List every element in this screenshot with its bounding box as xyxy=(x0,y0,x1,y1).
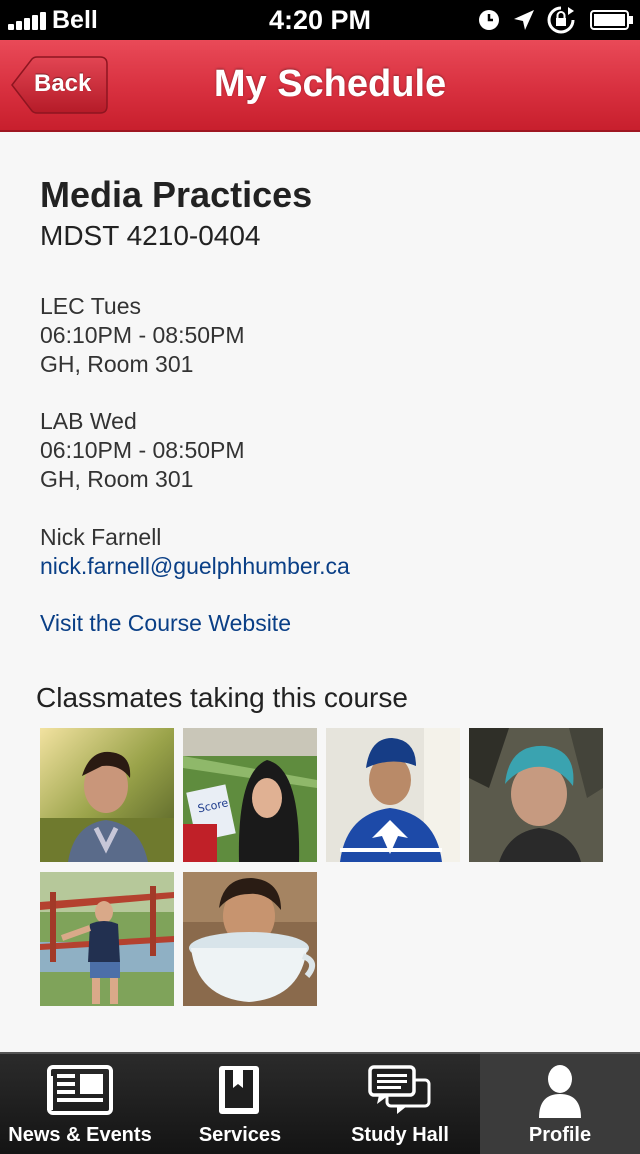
tab-study-hall[interactable]: Study Hall xyxy=(320,1054,480,1154)
book-icon xyxy=(219,1066,259,1114)
session-time: 06:10PM - 08:50PM xyxy=(40,437,245,463)
newspaper-icon xyxy=(47,1065,113,1115)
page-title: My Schedule xyxy=(213,63,447,105)
tab-profile[interactable]: Profile xyxy=(480,1054,640,1154)
course-website-link[interactable]: Visit the Course Website xyxy=(40,609,291,638)
navigation-bar: Back My Schedule xyxy=(0,40,640,132)
tab-label: Profile xyxy=(528,1124,592,1146)
classmate-photo[interactable] xyxy=(326,728,460,862)
status-bar: Bell 4:20 PM xyxy=(0,0,640,40)
rotation-lock-icon xyxy=(547,6,575,34)
course-code: MDST 4210-0404 xyxy=(40,220,261,251)
tab-services[interactable]: Services xyxy=(160,1054,320,1154)
tab-news-events[interactable]: News & Events xyxy=(0,1054,160,1154)
classmate-photo[interactable] xyxy=(183,872,317,1006)
session-lab: LAB Wed 06:10PM - 08:50PM GH, Room 301 xyxy=(40,407,245,494)
tab-label: News & Events xyxy=(8,1124,152,1146)
session-type-day: LEC Tues xyxy=(40,293,141,319)
tab-label: Study Hall xyxy=(351,1124,449,1146)
classmates-heading: Classmates taking this course xyxy=(36,682,408,713)
chat-bubbles-icon xyxy=(368,1065,431,1114)
tab-label: Services xyxy=(198,1124,282,1146)
alarm-icon xyxy=(479,10,499,30)
classmate-photo[interactable]: Score xyxy=(183,728,317,862)
instructor-name: Nick Farnell xyxy=(40,524,162,550)
tab-bar: News & Events Services Study Hall Profil… xyxy=(0,1052,640,1154)
classmate-photo[interactable] xyxy=(469,728,603,862)
location-arrow-icon xyxy=(514,10,534,30)
session-location: GH, Room 301 xyxy=(40,466,194,492)
battery-icon xyxy=(590,10,633,30)
session-type-day: LAB Wed xyxy=(40,408,137,434)
course-details: Media Practices MDST 4210-0404 LEC Tues … xyxy=(0,132,640,1052)
session-time: 06:10PM - 08:50PM xyxy=(40,322,245,348)
instructor-email-link[interactable]: nick.farnell@guelphhumber.ca xyxy=(40,552,350,581)
instructor-info: Nick Farnell nick.farnell@guelphhumber.c… xyxy=(40,523,350,581)
session-lecture: LEC Tues 06:10PM - 08:50PM GH, Room 301 xyxy=(40,292,245,379)
status-time: 4:20 PM xyxy=(268,5,372,35)
classmate-photo[interactable] xyxy=(40,872,174,1006)
person-icon xyxy=(539,1065,581,1118)
course-name: Media Practices xyxy=(40,174,313,215)
session-location: GH, Room 301 xyxy=(40,351,194,377)
classmate-photo[interactable] xyxy=(40,728,174,862)
